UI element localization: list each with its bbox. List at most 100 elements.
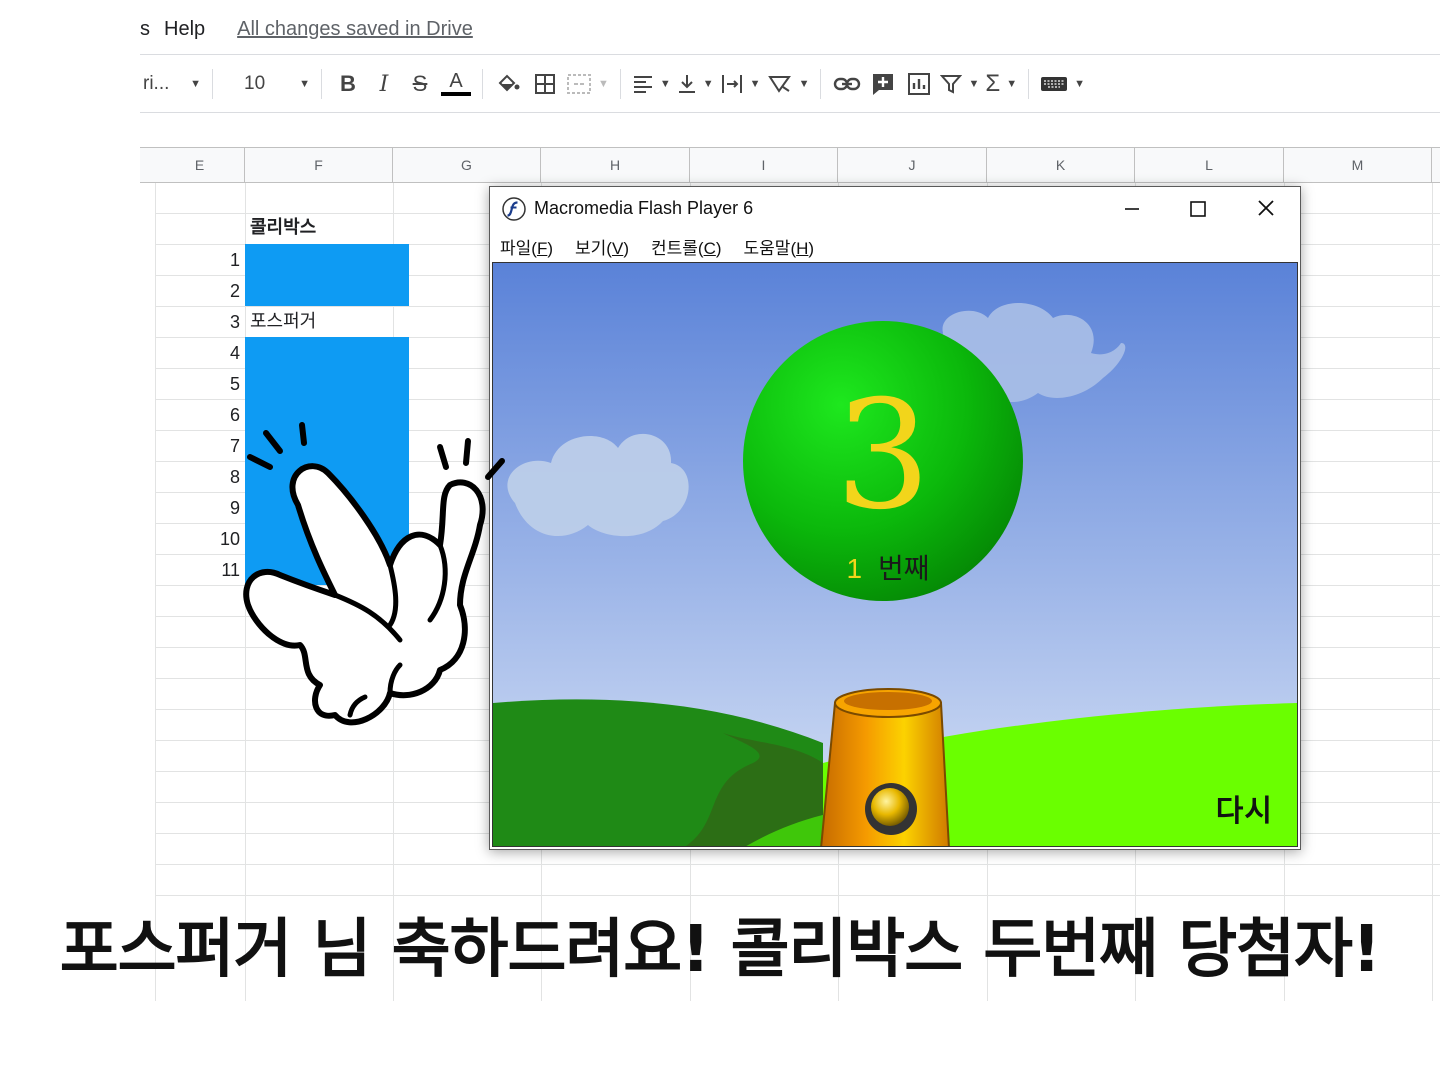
text-color-button[interactable]: A bbox=[441, 68, 471, 100]
maximize-button[interactable] bbox=[1166, 187, 1230, 231]
insert-chart-button[interactable] bbox=[904, 68, 934, 100]
borders-button[interactable] bbox=[530, 68, 560, 100]
insert-link-button[interactable] bbox=[832, 68, 862, 100]
chevron-down-icon: ▼ bbox=[190, 78, 201, 90]
add-comment-icon bbox=[873, 74, 894, 95]
insert-comment-button[interactable] bbox=[868, 68, 898, 100]
italic-icon: I bbox=[379, 71, 389, 97]
column-header-g[interactable]: G bbox=[393, 148, 541, 183]
column-header-f[interactable]: F bbox=[245, 148, 393, 183]
column-header-e[interactable]: E bbox=[155, 148, 245, 183]
menu-file[interactable]: 파일(F) bbox=[500, 234, 553, 259]
chevron-down-icon: ▼ bbox=[299, 78, 310, 90]
font-family-select[interactable]: ri... ▼ bbox=[143, 68, 201, 100]
merge-cells-icon bbox=[567, 74, 591, 94]
menu-view-label: 보기( bbox=[575, 238, 612, 258]
toolbar: ri... ▼ 10 ▼ B I S A ▼ ▼ ▼ ▼ ▼ ▼ Σ ▼ ▼ bbox=[140, 62, 1440, 106]
menu-control[interactable]: 컨트롤(C) bbox=[651, 234, 722, 259]
menu-file-accel: F bbox=[536, 238, 548, 258]
paint-bucket-icon bbox=[498, 74, 520, 92]
minimize-icon bbox=[1125, 208, 1139, 210]
chevron-down-icon: ▼ bbox=[598, 78, 609, 90]
menu-view[interactable]: 보기(V) bbox=[575, 234, 629, 259]
toolbar-separator bbox=[1028, 69, 1030, 99]
row-number-cell: 4 bbox=[229, 343, 240, 363]
column-header-m[interactable]: M bbox=[1284, 148, 1432, 183]
chart-icon bbox=[908, 73, 931, 95]
horizontal-align-button[interactable]: ▼ bbox=[632, 68, 671, 100]
save-status-link[interactable]: All changes saved in Drive bbox=[237, 18, 473, 41]
row-number-cell: 10 bbox=[219, 529, 240, 549]
flash-player-logo-icon bbox=[502, 197, 526, 221]
row-number-cell: 2 bbox=[229, 281, 240, 301]
menu-control-paren: ) bbox=[715, 238, 722, 258]
column-header-l[interactable]: L bbox=[1135, 148, 1284, 183]
close-button[interactable] bbox=[1234, 187, 1298, 231]
menubar-divider bbox=[140, 54, 1440, 55]
draw-order-label: 1 번째 bbox=[793, 547, 983, 587]
column-header-h[interactable]: H bbox=[541, 148, 690, 183]
functions-button[interactable]: Σ ▼ bbox=[985, 68, 1017, 100]
vertical-align-button[interactable]: ▼ bbox=[677, 68, 714, 100]
menu-view-accel: V bbox=[611, 238, 624, 258]
draw-order-count: 1 bbox=[846, 553, 863, 584]
column-header-j[interactable]: J bbox=[838, 148, 987, 183]
menu-help-accel: H bbox=[796, 238, 809, 258]
chevron-down-icon: ▼ bbox=[702, 78, 714, 90]
toolbar-separator bbox=[321, 69, 322, 99]
highlighted-cell-f1-f2[interactable] bbox=[245, 244, 409, 306]
menu-file-paren: ) bbox=[547, 238, 554, 258]
window-menu-bar: 파일(F) 보기(V) 컨트롤(C) 도움말(H) bbox=[490, 231, 1300, 261]
column-title-cell[interactable]: 콜리박스 bbox=[250, 212, 316, 242]
text-rotation-icon bbox=[767, 76, 791, 93]
maximize-icon bbox=[1190, 201, 1206, 217]
link-icon bbox=[834, 77, 861, 91]
text-rotation-button[interactable]: ▼ bbox=[767, 68, 810, 100]
menu-item-help[interactable]: Help bbox=[164, 18, 205, 41]
fill-color-button[interactable] bbox=[494, 68, 524, 100]
menu-help[interactable]: 도움말(H) bbox=[744, 234, 815, 259]
text-color-swatch bbox=[441, 92, 471, 96]
text-wrap-icon bbox=[721, 75, 742, 93]
text-color-icon: A bbox=[449, 70, 463, 92]
menu-item-tools[interactable]: s bbox=[140, 18, 150, 41]
column-header-k[interactable]: K bbox=[987, 148, 1135, 183]
flash-stage[interactable]: 3 1 번째 다시 bbox=[492, 262, 1298, 847]
ball-number: 3 bbox=[835, 369, 931, 543]
toolbar-separator bbox=[820, 69, 822, 99]
grid-line bbox=[155, 895, 1440, 896]
bold-button[interactable]: B bbox=[333, 68, 363, 100]
window-titlebar[interactable]: Macromedia Flash Player 6 bbox=[490, 187, 1300, 231]
row-number-cell: 11 bbox=[221, 560, 240, 580]
row-number-cell: 3 bbox=[229, 312, 240, 332]
toolbar-separator bbox=[482, 69, 483, 99]
congratulation-caption: 포스퍼거 님 축하드려요! 콜리박스 두번째 당첨자! bbox=[59, 913, 1381, 987]
align-left-icon bbox=[633, 76, 652, 93]
row-number-cell: 5 bbox=[229, 374, 240, 394]
chevron-down-icon: ▼ bbox=[659, 78, 671, 90]
text-wrap-button[interactable]: ▼ bbox=[720, 68, 761, 100]
menu-bar: s Help All changes saved in Drive bbox=[140, 14, 473, 44]
column-header-i[interactable]: I bbox=[690, 148, 838, 183]
keyboard-icon bbox=[1041, 77, 1068, 91]
input-tools-button[interactable]: ▼ bbox=[1040, 68, 1085, 100]
strikethrough-icon: S bbox=[412, 71, 428, 96]
menu-view-paren: ) bbox=[623, 238, 629, 258]
row-number-cell: 9 bbox=[229, 498, 240, 518]
filter-button[interactable]: ▼ bbox=[940, 68, 979, 100]
replay-button[interactable]: 다시 bbox=[1216, 786, 1273, 830]
borders-icon bbox=[535, 74, 555, 94]
menu-control-accel: C bbox=[703, 238, 716, 258]
strikethrough-button[interactable]: S bbox=[405, 68, 435, 100]
sigma-icon: Σ bbox=[985, 70, 1001, 97]
menu-file-label: 파일( bbox=[500, 238, 537, 258]
minimize-button[interactable] bbox=[1100, 187, 1164, 231]
grid-line bbox=[155, 864, 1440, 865]
font-size-select[interactable]: 10 ▼ bbox=[224, 68, 310, 100]
font-size-value: 10 bbox=[244, 73, 266, 94]
italic-button[interactable]: I bbox=[369, 68, 399, 100]
merge-cells-button[interactable]: ▼ bbox=[566, 68, 609, 100]
chevron-down-icon: ▼ bbox=[798, 78, 810, 90]
flash-player-window: Macromedia Flash Player 6 파일(F) 보기(V) 컨트… bbox=[489, 186, 1301, 850]
winner-cell[interactable]: 포스퍼거 bbox=[250, 306, 316, 336]
